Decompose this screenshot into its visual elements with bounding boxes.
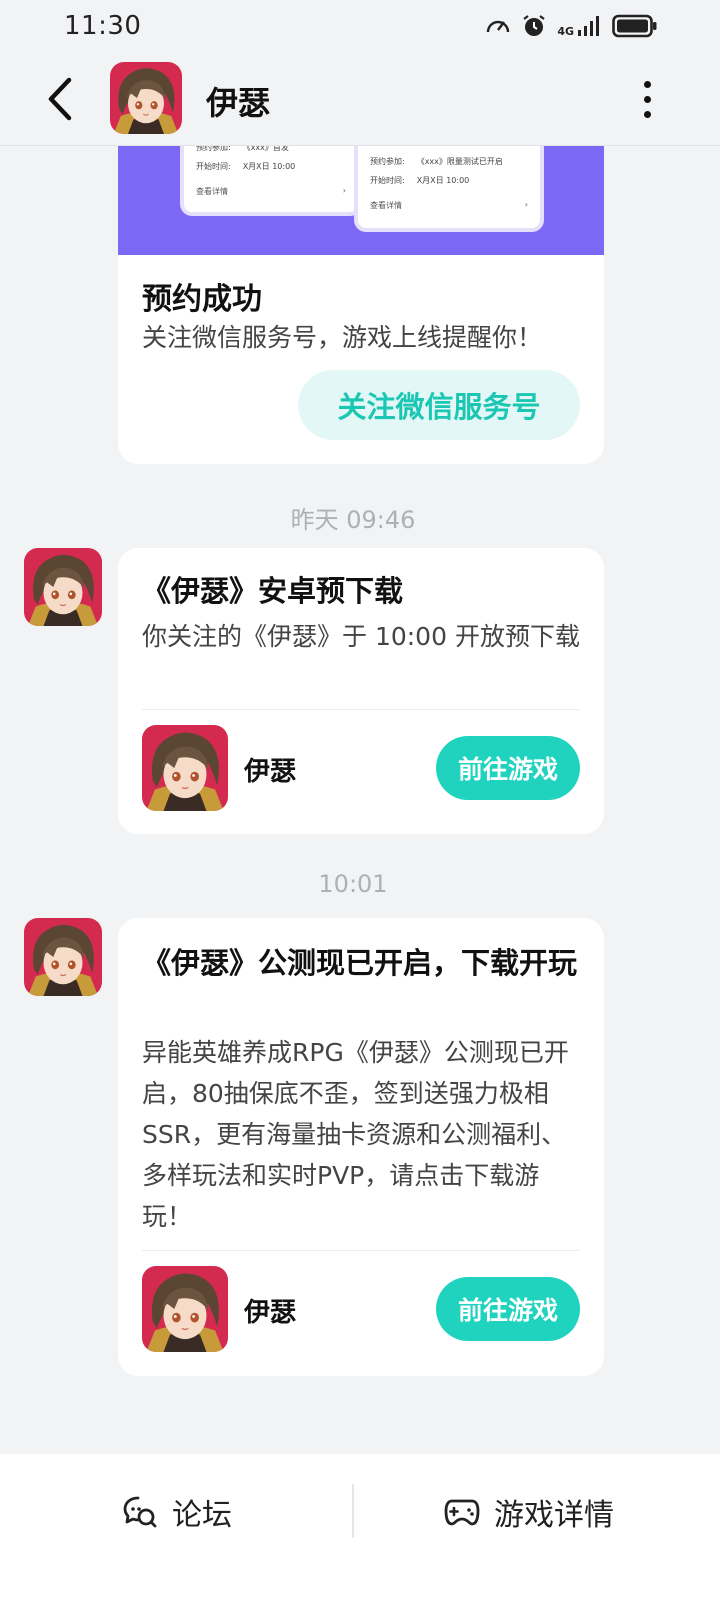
message-body: 你关注的《伊瑟》于 10:00 开放预下载 xyxy=(142,622,580,651)
alarm-icon xyxy=(523,15,545,36)
preview-link: 查看详情 xyxy=(196,187,228,196)
status-bar: 11:30 4G xyxy=(0,0,720,52)
message-title: 《伊瑟》安卓预下载 xyxy=(142,574,404,608)
gamepad-icon xyxy=(444,1499,480,1526)
more-dot-icon xyxy=(643,110,651,118)
forum-icon xyxy=(123,1496,157,1528)
message-card[interactable]: 《伊瑟》公测现已开启，下载开玩 异能英雄养成RPG《伊瑟》公测现已开启，80抽保… xyxy=(118,918,604,1376)
preview-label: 开始时间: xyxy=(370,176,405,185)
network-type: 4G xyxy=(557,25,574,38)
forum-button[interactable]: 论坛 xyxy=(122,1484,232,1540)
bottom-action-bar: 论坛 游戏详情 xyxy=(0,1454,720,1600)
battery-icon xyxy=(612,14,657,38)
game-detail-label: 游戏详情 xyxy=(494,1498,614,1533)
preview-value: X月X日 10:00 xyxy=(242,162,296,171)
message-timestamp: 10:01 xyxy=(318,870,388,898)
card-divider xyxy=(142,1250,580,1251)
speedometer-icon xyxy=(487,20,510,33)
preview-value: X月X日 10:00 xyxy=(416,176,470,185)
reservation-subtitle: 关注微信服务号，游戏上线提醒你！ xyxy=(142,323,543,352)
status-icons: 4G xyxy=(485,13,658,39)
message-body: 异能英雄养成RPG《伊瑟》公测现已开启，80抽保底不歪，签到送强力极相SSR，更… xyxy=(142,1038,569,1231)
message-title: 《伊瑟》公测现已开启，下载开玩 xyxy=(142,946,578,980)
go-to-game-button[interactable]: 前往游戏 xyxy=(436,736,580,800)
chevron-right-icon: › xyxy=(524,200,528,209)
more-dot-icon xyxy=(643,80,651,88)
card-divider xyxy=(142,709,580,710)
preview-label: 开始时间: xyxy=(196,162,231,171)
status-time: 11:30 xyxy=(64,11,142,41)
game-detail-button[interactable]: 游戏详情 xyxy=(444,1484,614,1540)
header-avatar[interactable] xyxy=(110,62,182,134)
forum-label: 论坛 xyxy=(172,1498,232,1533)
preview-label: 预约参加: xyxy=(370,157,405,166)
preview-link: 查看详情 xyxy=(370,201,402,210)
go-to-game-button[interactable]: 前往游戏 xyxy=(436,1277,580,1341)
message-card[interactable]: 《伊瑟》安卓预下载 你关注的《伊瑟》于 10:00 开放预下载 伊瑟 前往游戏 xyxy=(118,548,604,834)
bottom-divider xyxy=(352,1484,354,1538)
chevron-left-icon xyxy=(48,77,72,121)
game-name: 伊瑟 xyxy=(244,757,297,787)
game-icon[interactable] xyxy=(142,725,228,811)
reservation-title: 预约成功 xyxy=(142,282,262,317)
preview-value: 《xxx》限量测试已开启 xyxy=(416,157,503,166)
back-button[interactable] xyxy=(38,74,82,124)
signal-icon xyxy=(578,16,599,36)
message-timestamp: 昨天 09:46 xyxy=(290,506,416,534)
more-dot-icon xyxy=(643,95,651,103)
chat-title: 伊瑟 xyxy=(206,84,271,122)
more-options-button[interactable] xyxy=(630,74,664,124)
chevron-right-icon: › xyxy=(342,186,346,195)
chat-header: 伊瑟 xyxy=(0,52,720,146)
follow-wechat-button[interactable]: 关注微信服务号 xyxy=(298,370,580,440)
sender-avatar[interactable] xyxy=(24,918,102,996)
game-icon[interactable] xyxy=(142,1266,228,1352)
game-name: 伊瑟 xyxy=(244,1298,297,1328)
sender-avatar[interactable] xyxy=(24,548,102,626)
reservation-card: 预约参加: 《xxx》首发 开始时间: X月X日 10:00 查看详情 › 预约参加:… xyxy=(118,100,604,464)
